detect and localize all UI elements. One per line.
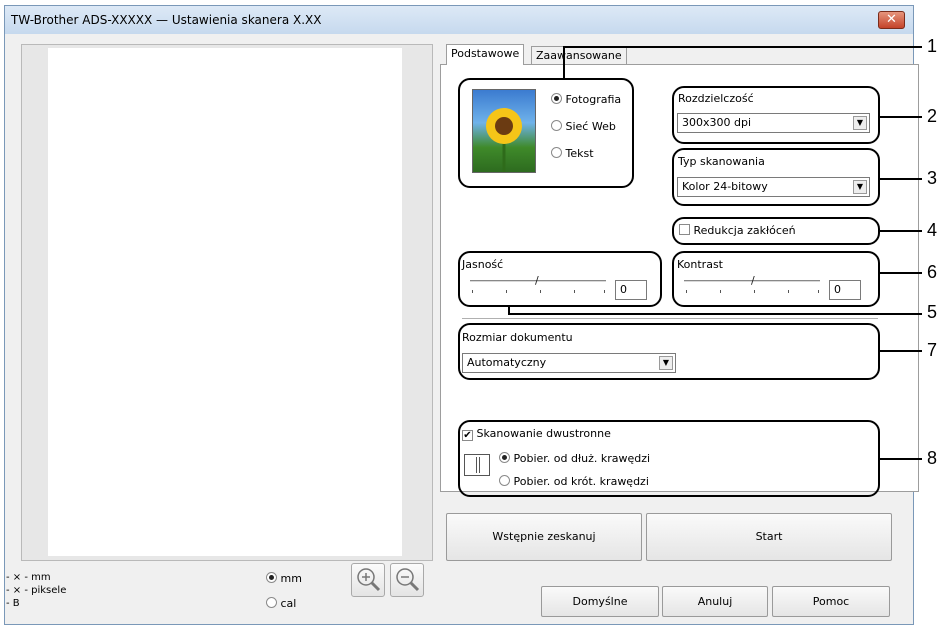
mode-web-option[interactable]: Sieć Web <box>551 120 616 133</box>
contrast-tick <box>754 290 755 293</box>
unit-cal-radio[interactable] <box>266 597 277 608</box>
document-size-value: Automatyczny <box>467 356 547 369</box>
contrast-value-field[interactable]: 0 <box>829 280 861 300</box>
mode-web-label: Sieć Web <box>565 120 616 133</box>
callout-5-line <box>508 313 922 315</box>
long-edge-label: Pobier. od dłuż. krawędzi <box>513 452 651 465</box>
contrast-tick <box>788 290 789 293</box>
contrast-slider-thumb[interactable]: / <box>751 275 757 287</box>
resolution-label: Rozdzielczość <box>678 92 754 105</box>
binding-icon <box>464 454 490 476</box>
brightness-tick <box>574 290 575 293</box>
long-edge-option[interactable]: Pobier. od dłuż. krawędzi <box>499 452 650 465</box>
close-icon[interactable]: ✕ <box>886 12 897 27</box>
unit-mm-radio[interactable] <box>266 572 277 583</box>
long-edge-radio[interactable] <box>499 452 510 463</box>
short-edge-radio[interactable] <box>499 475 510 486</box>
start-button[interactable]: Start <box>646 513 892 561</box>
callout-7-line <box>880 350 922 352</box>
contrast-tick <box>818 290 819 293</box>
document-size-label: Rozmiar dokumentu <box>462 331 573 344</box>
brightness-tick <box>506 290 507 293</box>
unit-mm-label: mm <box>280 572 302 585</box>
noise-reduction-label: Redukcja zakłóceń <box>693 224 796 237</box>
preview-panel <box>21 44 433 561</box>
duplex-checkbox[interactable]: ✔ <box>462 430 473 441</box>
brightness-tick <box>472 290 473 293</box>
unit-cal-label: cal <box>280 597 297 610</box>
brightness-value-field[interactable]: 0 <box>615 280 647 300</box>
brightness-tick <box>540 290 541 293</box>
brightness-slider-thumb[interactable]: / <box>535 275 541 287</box>
callout-7: 7 <box>927 340 938 360</box>
scan-type-select[interactable]: Kolor 24-bitowy ▼ <box>677 177 870 197</box>
close-button[interactable]: ✕ <box>878 11 905 29</box>
unit-mm-option[interactable]: mm <box>266 572 302 585</box>
duplex-label: Skanowanie dwustronne <box>476 427 611 440</box>
callout-3: 3 <box>927 168 938 188</box>
callout-8-line <box>880 458 922 460</box>
contrast-tick <box>686 290 687 293</box>
callout-1-line <box>563 46 922 48</box>
sunflower-photo-icon <box>472 89 536 173</box>
noise-reduction-checkbox[interactable] <box>679 224 690 235</box>
chevron-down-icon[interactable]: ▼ <box>853 116 867 130</box>
mode-text-radio[interactable] <box>551 147 562 158</box>
unit-cal-option[interactable]: cal <box>266 597 296 610</box>
zoom-in-button[interactable] <box>351 563 385 597</box>
prescan-button[interactable]: Wstępnie zeskanuj <box>446 513 642 561</box>
short-edge-option[interactable]: Pobier. od krót. krawędzi <box>499 475 649 488</box>
mode-photo-label: Fotografia <box>565 93 622 106</box>
callout-8: 8 <box>927 448 938 468</box>
callout-1: 1 <box>927 36 938 56</box>
duplex-option[interactable]: ✔ Skanowanie dwustronne <box>462 427 611 441</box>
zoom-out-button[interactable] <box>390 563 424 597</box>
title-bar: TW-Brother ADS-XXXXX — Ustawienia skaner… <box>5 6 913 34</box>
preview-canvas[interactable] <box>48 48 402 556</box>
callout-6: 6 <box>927 262 938 282</box>
sunflower-icon <box>486 108 522 172</box>
callout-4: 4 <box>927 220 938 240</box>
mode-text-label: Tekst <box>565 147 594 160</box>
mode-photo-option[interactable]: Fotografia <box>551 93 621 106</box>
panel-divider <box>462 318 878 319</box>
preview-size-mm: - × - mm <box>6 572 51 583</box>
help-button[interactable]: Pomoc <box>772 586 890 617</box>
zoom-in-icon <box>357 568 381 592</box>
callout-4-line <box>880 230 922 232</box>
contrast-label: Kontrast <box>677 258 723 271</box>
mode-photo-radio[interactable] <box>551 93 562 104</box>
zoom-out-icon <box>396 568 420 592</box>
contrast-tick <box>720 290 721 293</box>
cancel-button[interactable]: Anuluj <box>662 586 768 617</box>
tab-advanced[interactable]: Zaawansowane <box>531 46 627 66</box>
brightness-label: Jasność <box>462 258 504 271</box>
resolution-select[interactable]: 300x300 dpi ▼ <box>677 113 870 133</box>
mode-text-option[interactable]: Tekst <box>551 147 594 160</box>
chevron-down-icon[interactable]: ▼ <box>659 356 673 370</box>
mode-web-radio[interactable] <box>551 120 562 131</box>
callout-6-line <box>880 272 922 274</box>
noise-reduction-option[interactable]: Redukcja zakłóceń <box>679 224 796 237</box>
callout-1-stem <box>563 46 565 80</box>
callout-3-line <box>880 178 922 180</box>
document-size-select[interactable]: Automatyczny ▼ <box>462 353 676 373</box>
scan-type-label: Typ skanowania <box>678 155 765 168</box>
defaults-button[interactable]: Domyślne <box>541 586 659 617</box>
callout-2: 2 <box>927 106 938 126</box>
tab-basic[interactable]: Podstawowe <box>446 44 525 65</box>
resolution-value: 300x300 dpi <box>682 116 752 129</box>
chevron-down-icon[interactable]: ▼ <box>853 180 867 194</box>
window-title: TW-Brother ADS-XXXXX — Ustawienia skaner… <box>11 13 322 27</box>
preview-file-size: - B <box>6 598 20 609</box>
brightness-tick <box>604 290 605 293</box>
preview-size-pixels: - × - piksele <box>6 585 67 596</box>
scan-type-value: Kolor 24-bitowy <box>682 180 768 193</box>
short-edge-label: Pobier. od krót. krawędzi <box>513 475 649 488</box>
callout-2-line <box>880 116 922 118</box>
callout-5: 5 <box>927 302 938 322</box>
